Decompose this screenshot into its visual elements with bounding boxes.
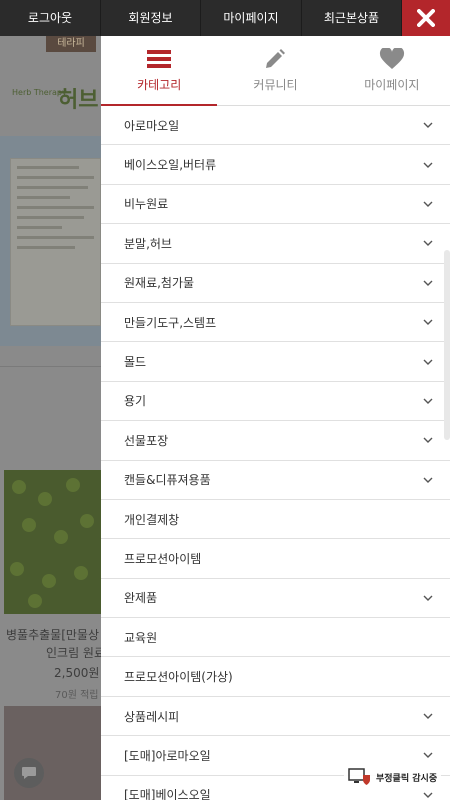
member-info-link[interactable]: 회원정보 [101,0,201,36]
product-name-line2[interactable]: 인크림 원료 [46,644,101,661]
chevron-down-icon[interactable] [422,316,434,328]
brand-title: 허브 [58,88,99,113]
chat-icon[interactable] [14,758,44,788]
menu-item-label: 원재료,첨가물 [124,276,195,291]
menu-item[interactable]: 교육원 [101,618,450,658]
pencil-icon [264,48,286,70]
menu-item[interactable]: 상품레시피 [101,697,450,737]
product-price: 2,500원 [54,666,100,680]
logout-link[interactable]: 로그아웃 [0,0,101,36]
monitor-shield-icon [348,768,370,785]
product-point: 70원 적립 [55,690,99,701]
menu-item-label: 교육원 [124,630,158,645]
tab-community-label: 커뮤니티 [253,78,298,92]
heart-icon [379,48,405,70]
menu-item-label: 프로모션아이템(가상) [124,670,233,685]
menu-icon [147,48,172,70]
site-logo: 테라피 [46,36,96,52]
menu-item[interactable]: 캔들&디퓨져용품 [101,461,450,500]
chevron-down-icon[interactable] [422,159,434,171]
menu-item[interactable]: 아로마오일 [101,106,450,146]
product-name[interactable]: 병풀추출물[만물상 [6,626,101,643]
product-image[interactable] [4,470,101,614]
menu-item-label: 개인결제창 [124,512,180,527]
menu-item[interactable]: 몰드 [101,342,450,382]
menu-item-label: 만들기도구,스템프 [124,315,217,330]
menu-item-label: [도매]아로마오일 [124,748,211,763]
menu-item[interactable]: 베이스오일,버터류 [101,145,450,185]
chevron-down-icon[interactable] [422,749,434,761]
close-button[interactable] [402,0,450,36]
side-menu-panel: 카테고리 커뮤니티 마이페이지 아로마오일베이스오일,버터류비누원료분말,허브원… [101,36,450,800]
background-page: 테라피 Herb Therapy 허브 병풀추출물[만물상 인크림 원료 2,5… [0,36,101,800]
menu-item-label: 캔들&디퓨져용품 [124,473,211,488]
tab-community[interactable]: 커뮤니티 [217,36,333,105]
menu-item-label: 분말,허브 [124,236,172,251]
chevron-down-icon[interactable] [422,395,434,407]
menu-item-label: 베이스오일,버터류 [124,158,217,173]
tab-category-label: 카테고리 [137,78,182,92]
menu-item[interactable]: 원재료,첨가물 [101,264,450,303]
menu-item-label: 선물포장 [124,433,169,448]
menu-item[interactable]: 개인결제창 [101,500,450,540]
panel-tabs: 카테고리 커뮤니티 마이페이지 [101,36,450,106]
tab-mypage[interactable]: 마이페이지 [334,36,450,105]
chevron-down-icon[interactable] [422,434,434,446]
menu-item[interactable]: 만들기도구,스템프 [101,303,450,343]
tab-category[interactable]: 카테고리 [101,36,217,105]
menu-item-label: 아로마오일 [124,118,180,133]
menu-item[interactable]: 완제품 [101,579,450,619]
info-card [10,158,101,326]
menu-item[interactable]: 비누원료 [101,185,450,225]
fraud-badge-label: 부정클릭 감시중 [376,773,438,784]
menu-item-label: 몰드 [124,355,147,370]
menu-item-label: 용기 [124,394,147,409]
menu-item-label: [도매]베이스오일 [124,788,211,800]
chevron-down-icon[interactable] [422,198,434,210]
fraud-click-badge: 부정클릭 감시중 [344,764,442,790]
tab-mypage-label: 마이페이지 [364,78,420,92]
chevron-down-icon[interactable] [422,710,434,722]
menu-item[interactable]: 프로모션아이템(가상) [101,657,450,697]
mypage-link[interactable]: 마이페이지 [201,0,302,36]
menu-item-label: 완제품 [124,591,158,606]
close-icon [417,9,435,27]
chevron-down-icon[interactable] [422,356,434,368]
product-image-2[interactable] [4,706,101,800]
chevron-down-icon[interactable] [422,474,434,486]
menu-item[interactable]: 프로모션아이템 [101,539,450,579]
menu-item[interactable]: 선물포장 [101,421,450,461]
chevron-down-icon[interactable] [422,789,434,800]
chevron-down-icon[interactable] [422,592,434,604]
chevron-down-icon[interactable] [422,237,434,249]
chevron-down-icon[interactable] [422,277,434,289]
category-menu: 아로마오일베이스오일,버터류비누원료분말,허브원재료,첨가물만들기도구,스템프몰… [101,106,450,800]
menu-item[interactable]: 분말,허브 [101,224,450,264]
chevron-down-icon[interactable] [422,119,434,131]
menu-item-label: 상품레시피 [124,709,180,724]
top-bar: 로그아웃 회원정보 마이페이지 최근본상품 [0,0,450,36]
active-tab-indicator [101,104,217,106]
menu-item-label: 프로모션아이템 [124,551,202,566]
scrollbar[interactable] [444,250,450,440]
menu-item-label: 비누원료 [124,197,169,212]
menu-item[interactable]: 용기 [101,382,450,422]
divider [0,366,101,367]
recent-products-link[interactable]: 최근본상품 [302,0,402,36]
